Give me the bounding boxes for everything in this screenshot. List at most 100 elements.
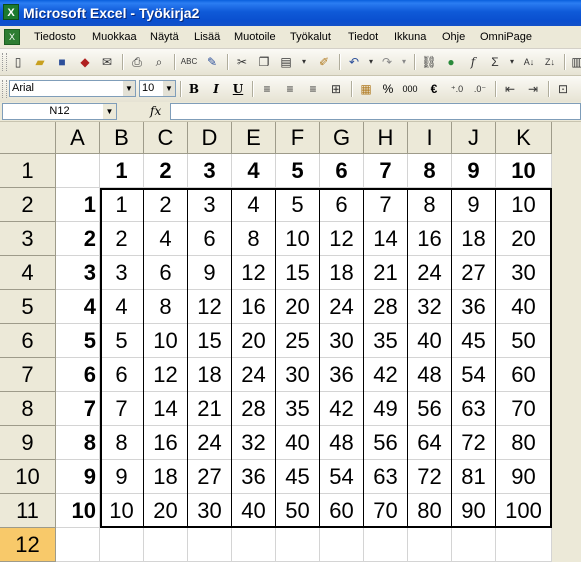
cell-g4[interactable]: 18 [320,256,364,290]
cell-k2[interactable]: 10 [496,188,552,222]
sort-descending-icon[interactable]: Z↓ [541,53,559,71]
cell-k3[interactable]: 20 [496,222,552,256]
increase-decimal-icon[interactable]: ⁺.0 [448,80,466,98]
cell-b5[interactable]: 4 [100,290,144,324]
align-left-icon[interactable]: ≡ [258,80,276,98]
cell-j7[interactable]: 54 [452,358,496,392]
row-header-5[interactable]: 5 [0,290,56,324]
cell-h9[interactable]: 56 [364,426,408,460]
align-right-icon[interactable]: ≡ [304,80,322,98]
cell-i4[interactable]: 24 [408,256,452,290]
cell-h4[interactable]: 21 [364,256,408,290]
row-header-10[interactable]: 10 [0,460,56,494]
cell-j4[interactable]: 27 [452,256,496,290]
chevron-down-icon[interactable]: ▼ [163,81,175,96]
cell-h8[interactable]: 49 [364,392,408,426]
cell-b8[interactable]: 7 [100,392,144,426]
redo-icon[interactable]: ↷ [378,53,396,71]
currency-style-icon[interactable]: ▦ [357,80,375,98]
toolbar-grip[interactable] [2,53,7,71]
cell-b10[interactable]: 9 [100,460,144,494]
cell-f9[interactable]: 40 [276,426,320,460]
cell-g2[interactable]: 6 [320,188,364,222]
cell-a5[interactable]: 4 [56,290,100,324]
bold-button[interactable]: B [185,80,203,98]
cell-b4[interactable]: 3 [100,256,144,290]
paste-icon[interactable]: ▤ [277,53,295,71]
cell-g12[interactable] [320,528,364,562]
cell-k11[interactable]: 100 [496,494,552,528]
menu-tyokalut[interactable]: Työkalut [290,31,331,43]
cell-i10[interactable]: 72 [408,460,452,494]
cell-k7[interactable]: 60 [496,358,552,392]
email-icon[interactable]: ✉ [98,53,116,71]
paste-dropdown-icon[interactable]: ▾ [295,53,313,71]
cell-e7[interactable]: 24 [232,358,276,392]
row-header-6[interactable]: 6 [0,324,56,358]
select-all-corner[interactable] [0,122,56,154]
cell-g11[interactable]: 60 [320,494,364,528]
cell-f7[interactable]: 30 [276,358,320,392]
cell-j10[interactable]: 81 [452,460,496,494]
menu-lisaa[interactable]: Lisää [194,31,220,43]
cell-i7[interactable]: 48 [408,358,452,392]
cell-h7[interactable]: 42 [364,358,408,392]
menu-tiedosto[interactable]: Tiedosto [34,31,76,43]
cell-a4[interactable]: 3 [56,256,100,290]
excel-icon[interactable]: X [3,4,19,20]
cell-k1[interactable]: 10 [496,154,552,188]
column-header-a[interactable]: A [56,122,100,154]
font-name-dropdown[interactable]: Arial ▼ [9,80,136,97]
cell-c6[interactable]: 10 [144,324,188,358]
cell-i5[interactable]: 32 [408,290,452,324]
cell-k6[interactable]: 50 [496,324,552,358]
cell-c9[interactable]: 16 [144,426,188,460]
cell-a2[interactable]: 1 [56,188,100,222]
cell-c4[interactable]: 6 [144,256,188,290]
print-preview-icon[interactable]: ⌕ [150,53,168,71]
cell-b2[interactable]: 1 [100,188,144,222]
cell-k4[interactable]: 30 [496,256,552,290]
cell-a6[interactable]: 5 [56,324,100,358]
cell-a3[interactable]: 2 [56,222,100,256]
print-icon[interactable]: ⎙ [128,53,146,71]
cell-k5[interactable]: 40 [496,290,552,324]
cell-j9[interactable]: 72 [452,426,496,460]
cell-e5[interactable]: 16 [232,290,276,324]
cell-b1[interactable]: 1 [100,154,144,188]
comma-style-button[interactable]: 000 [401,80,419,98]
cell-g6[interactable]: 30 [320,324,364,358]
cell-g3[interactable]: 12 [320,222,364,256]
cell-a12[interactable] [56,528,100,562]
row-header-1[interactable]: 1 [0,154,56,188]
cell-d5[interactable]: 12 [188,290,232,324]
cell-f12[interactable] [276,528,320,562]
cell-f10[interactable]: 45 [276,460,320,494]
cell-a9[interactable]: 8 [56,426,100,460]
cell-b12[interactable] [100,528,144,562]
sort-ascending-icon[interactable]: A↓ [520,53,538,71]
cell-h1[interactable]: 7 [364,154,408,188]
underline-button[interactable]: U [229,80,247,98]
italic-button[interactable]: I [207,80,225,98]
new-icon[interactable]: ▯ [9,53,27,71]
cell-e2[interactable]: 4 [232,188,276,222]
cell-e3[interactable]: 8 [232,222,276,256]
copy-icon[interactable]: ❐ [255,53,273,71]
cell-e10[interactable]: 36 [232,460,276,494]
align-center-icon[interactable]: ≡ [281,80,299,98]
cell-h10[interactable]: 63 [364,460,408,494]
cell-i12[interactable] [408,528,452,562]
cut-icon[interactable]: ✂ [233,53,251,71]
permission-icon[interactable]: ◆ [76,53,94,71]
row-header-11[interactable]: 11 [0,494,56,528]
spelling-icon[interactable]: ABC [180,53,198,71]
cell-d3[interactable]: 6 [188,222,232,256]
cell-h11[interactable]: 70 [364,494,408,528]
cell-i2[interactable]: 8 [408,188,452,222]
merge-center-icon[interactable]: ⊞ [327,80,345,98]
cell-k9[interactable]: 80 [496,426,552,460]
cell-g8[interactable]: 42 [320,392,364,426]
cell-j11[interactable]: 90 [452,494,496,528]
cell-b6[interactable]: 5 [100,324,144,358]
